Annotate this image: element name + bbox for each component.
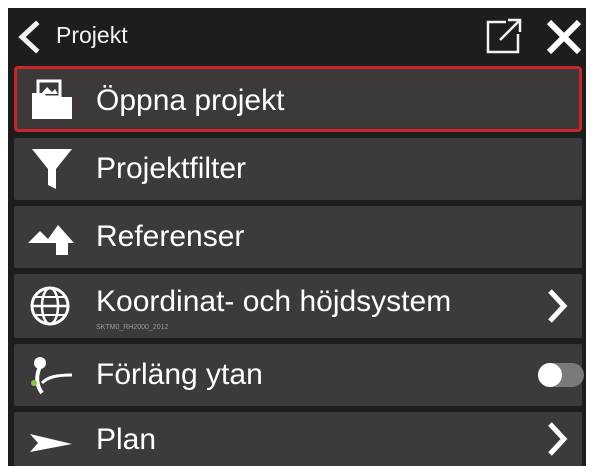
plan-icon (30, 434, 72, 452)
menu-item-label: Referenser (96, 220, 245, 253)
open-external-icon[interactable] (484, 16, 524, 56)
globe-icon (30, 286, 70, 326)
filter-icon (32, 149, 72, 189)
extend-surface-toggle[interactable] (538, 363, 584, 387)
menu-item-project-filter[interactable]: Projektfilter (14, 138, 582, 200)
chevron-left-icon[interactable] (12, 20, 46, 54)
folder-image-icon (32, 79, 72, 119)
menu-item-label: Förläng ytan (96, 358, 263, 391)
terrain-icon (28, 225, 74, 255)
menu-item-references[interactable]: Referenser (14, 206, 582, 268)
menu-item-label: Projektfilter (96, 152, 247, 185)
toggle-knob (538, 363, 562, 387)
header-bar: Projekt (8, 8, 586, 62)
chevron-right-icon (548, 422, 568, 456)
menu-item-subtitle: SKTM0_RH2000_2012 (96, 324, 169, 331)
menu-item-open-project[interactable]: Öppna projekt (14, 66, 582, 132)
menu-item-label: Koordinat- och höjdsystem (96, 285, 452, 318)
menu-item-label: Öppna projekt (96, 84, 285, 117)
menu-item-plan[interactable]: Plan (14, 412, 582, 466)
extend-surface-icon (31, 357, 73, 395)
chevron-right-icon (548, 289, 568, 323)
menu-item-label: Plan (96, 423, 157, 456)
menu-item-extend-surface[interactable]: Förläng ytan (14, 344, 584, 406)
close-icon[interactable] (544, 17, 584, 57)
menu-item-coordinate-system[interactable]: Koordinat- och höjdsystem SKTM0_RH2000_2… (14, 274, 582, 338)
app-window: Projekt Öppna projekt Projektfilter Refe… (8, 8, 586, 466)
page-title: Projekt (56, 22, 128, 48)
